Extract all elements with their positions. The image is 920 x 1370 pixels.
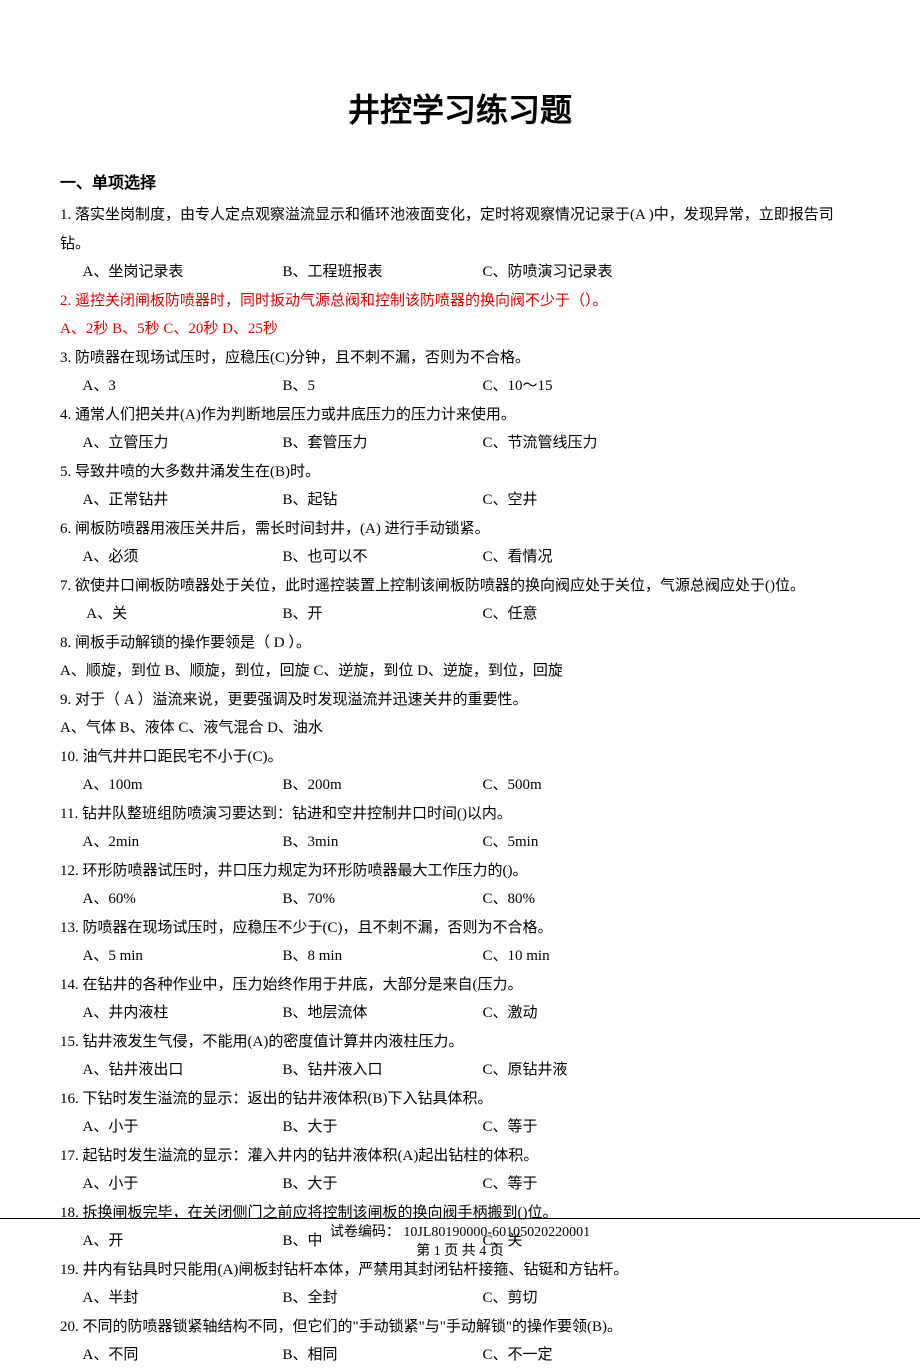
option-b: B、大于 xyxy=(283,1170,483,1199)
option-b: B、起钻 xyxy=(283,486,483,515)
question-text: 7. 欲使井口闸板防喷器处于关位，此时遥控装置上控制该闸板防喷器的换向阀应处于关… xyxy=(60,572,860,601)
option-a: A、小于 xyxy=(83,1170,283,1199)
q12: 12. 环形防喷器试压时，井口压力规定为环形防喷器最大工作压力的()。 A、60… xyxy=(60,857,860,914)
page-number: 第 1 页 共 4 页 xyxy=(0,1242,920,1262)
option-b: B、相同 xyxy=(283,1341,483,1370)
option-a: A、钻井液出口 xyxy=(83,1056,283,1085)
option-b: B、地层流体 xyxy=(283,999,483,1028)
question-text: 4. 通常人们把关井(A)作为判断地层压力或井底压力的压力计来使用。 xyxy=(60,401,860,430)
question-text: 9. 对于（ A ）溢流来说，更要强调及时发现溢流并迅速关井的重要性。 xyxy=(60,686,860,715)
options-inline: A、顺旋，到位 B、顺旋，到位，回旋 C、逆旋，到位 D、逆旋，到位，回旋 xyxy=(60,657,860,686)
option-c: C、看情况 xyxy=(483,543,861,572)
question-text: 16. 下钻时发生溢流的显示：返出的钻井液体积(B)下入钻具体积。 xyxy=(60,1085,860,1114)
option-c: C、剪切 xyxy=(483,1284,861,1313)
question-text: 1. 落实坐岗制度，由专人定点观察溢流显示和循环池液面变化，定时将观察情况记录于… xyxy=(60,201,860,258)
option-a: A、坐岗记录表 xyxy=(83,258,283,287)
option-b: B、大于 xyxy=(283,1113,483,1142)
option-a: A、半封 xyxy=(83,1284,283,1313)
question-text: 14. 在钻井的各种作业中，压力始终作用于井底，大部分是来自(压力。 xyxy=(60,971,860,1000)
q15: 15. 钻井液发生气侵，不能用(A)的密度值计算井内液柱压力。 A、钻井液出口 … xyxy=(60,1028,860,1085)
exam-code: 试卷编码： 10JL80190000-60105020220001 xyxy=(0,1223,920,1243)
option-c: C、防喷演习记录表 xyxy=(483,258,861,287)
option-a: A、3 xyxy=(83,372,283,401)
q13: 13. 防喷器在现场试压时，应稳压不少于(C)，且不刺不漏，否则为不合格。 A、… xyxy=(60,914,860,971)
option-a: A、关 xyxy=(83,600,283,629)
option-a: A、正常钻井 xyxy=(83,486,283,515)
q16: 16. 下钻时发生溢流的显示：返出的钻井液体积(B)下入钻具体积。 A、小于 B… xyxy=(60,1085,860,1142)
question-text: 17. 起钻时发生溢流的显示：灌入井内的钻井液体积(A)起出钻柱的体积。 xyxy=(60,1142,860,1171)
option-b: B、开 xyxy=(283,600,483,629)
options-inline: A、2秒 B、5秒 C、20秒 D、25秒 xyxy=(60,315,860,344)
q19: 19. 井内有钻具时只能用(A)闸板封钻杆本体，严禁用其封闭钻杆接箍、钻铤和方钻… xyxy=(60,1256,860,1313)
q4: 4. 通常人们把关井(A)作为判断地层压力或井底压力的压力计来使用。 A、立管压… xyxy=(60,401,860,458)
option-a: A、2min xyxy=(83,828,283,857)
option-c: C、激动 xyxy=(483,999,861,1028)
option-a: A、5 min xyxy=(83,942,283,971)
q1: 1. 落实坐岗制度，由专人定点观察溢流显示和循环池液面变化，定时将观察情况记录于… xyxy=(60,201,860,287)
option-b: B、套管压力 xyxy=(283,429,483,458)
question-text: 6. 闸板防喷器用液压关井后，需长时间封井，(A) 进行手动锁紧。 xyxy=(60,515,860,544)
question-text: 3. 防喷器在现场试压时，应稳压(C)分钟，且不刺不漏，否则为不合格。 xyxy=(60,344,860,373)
option-b: B、也可以不 xyxy=(283,543,483,572)
option-c: C、80% xyxy=(483,885,861,914)
option-c: C、空井 xyxy=(483,486,861,515)
question-text: 13. 防喷器在现场试压时，应稳压不少于(C)，且不刺不漏，否则为不合格。 xyxy=(60,914,860,943)
option-b: B、全封 xyxy=(283,1284,483,1313)
option-c: C、10～15 xyxy=(483,372,861,401)
option-c: C、不一定 xyxy=(483,1341,861,1370)
option-c: C、5min xyxy=(483,828,861,857)
question-text: 20. 不同的防喷器锁紧轴结构不同，但它们的"手动锁紧"与"手动解锁"的操作要领… xyxy=(60,1313,860,1342)
option-a: A、不同 xyxy=(83,1341,283,1370)
option-a: A、小于 xyxy=(83,1113,283,1142)
page-title: 井控学习练习题 xyxy=(60,80,860,141)
footer-divider xyxy=(0,1218,920,1219)
q6: 6. 闸板防喷器用液压关井后，需长时间封井，(A) 进行手动锁紧。 A、必须 B… xyxy=(60,515,860,572)
q11: 11. 钻井队整班组防喷演习要达到：钻进和空井控制井口时间()以内。 A、2mi… xyxy=(60,800,860,857)
option-b: B、3min xyxy=(283,828,483,857)
question-text: 5. 导致井喷的大多数井涌发生在(B)时。 xyxy=(60,458,860,487)
q5: 5. 导致井喷的大多数井涌发生在(B)时。 A、正常钻井 B、起钻 C、空井 xyxy=(60,458,860,515)
options-inline: A、气体 B、液体 C、液气混合 D、油水 xyxy=(60,714,860,743)
q8: 8. 闸板手动解锁的操作要领是（ D ）。 A、顺旋，到位 B、顺旋，到位，回旋… xyxy=(60,629,860,686)
question-text: 8. 闸板手动解锁的操作要领是（ D ）。 xyxy=(60,629,860,658)
question-text: 15. 钻井液发生气侵，不能用(A)的密度值计算井内液柱压力。 xyxy=(60,1028,860,1057)
q2: 2. 遥控关闭闸板防喷器时，同时扳动气源总阀和控制该防喷器的换向阀不少于（）。 … xyxy=(60,287,860,344)
option-b: B、200m xyxy=(283,771,483,800)
option-b: B、工程班报表 xyxy=(283,258,483,287)
q14: 14. 在钻井的各种作业中，压力始终作用于井底，大部分是来自(压力。 A、井内液… xyxy=(60,971,860,1028)
q3: 3. 防喷器在现场试压时，应稳压(C)分钟，且不刺不漏，否则为不合格。 A、3 … xyxy=(60,344,860,401)
q20: 20. 不同的防喷器锁紧轴结构不同，但它们的"手动锁紧"与"手动解锁"的操作要领… xyxy=(60,1313,860,1370)
question-text: 2. 遥控关闭闸板防喷器时，同时扳动气源总阀和控制该防喷器的换向阀不少于（）。 xyxy=(60,287,860,316)
option-b: B、8 min xyxy=(283,942,483,971)
q17: 17. 起钻时发生溢流的显示：灌入井内的钻井液体积(A)起出钻柱的体积。 A、小… xyxy=(60,1142,860,1199)
option-c: C、任意 xyxy=(483,600,861,629)
option-c: C、10 min xyxy=(483,942,861,971)
option-a: A、60% xyxy=(83,885,283,914)
option-b: B、70% xyxy=(283,885,483,914)
question-text: 10. 油气井井口距民宅不小于(C)。 xyxy=(60,743,860,772)
q9: 9. 对于（ A ）溢流来说，更要强调及时发现溢流并迅速关井的重要性。 A、气体… xyxy=(60,686,860,743)
page-footer: 试卷编码： 10JL80190000-60105020220001 第 1 页 … xyxy=(0,1218,920,1262)
option-a: A、立管压力 xyxy=(83,429,283,458)
option-b: B、钻井液入口 xyxy=(283,1056,483,1085)
option-a: A、必须 xyxy=(83,543,283,572)
option-b: B、5 xyxy=(283,372,483,401)
question-text: 11. 钻井队整班组防喷演习要达到：钻进和空井控制井口时间()以内。 xyxy=(60,800,860,829)
option-c: C、500m xyxy=(483,771,861,800)
section-heading: 一、单项选择 xyxy=(60,169,860,199)
question-text: 12. 环形防喷器试压时，井口压力规定为环形防喷器最大工作压力的()。 xyxy=(60,857,860,886)
option-c: C、等于 xyxy=(483,1113,861,1142)
option-a: A、100m xyxy=(83,771,283,800)
option-c: C、原钻井液 xyxy=(483,1056,861,1085)
option-c: C、节流管线压力 xyxy=(483,429,861,458)
option-c: C、等于 xyxy=(483,1170,861,1199)
option-a: A、井内液柱 xyxy=(83,999,283,1028)
q7: 7. 欲使井口闸板防喷器处于关位，此时遥控装置上控制该闸板防喷器的换向阀应处于关… xyxy=(60,572,860,629)
q10: 10. 油气井井口距民宅不小于(C)。 A、100m B、200m C、500m xyxy=(60,743,860,800)
